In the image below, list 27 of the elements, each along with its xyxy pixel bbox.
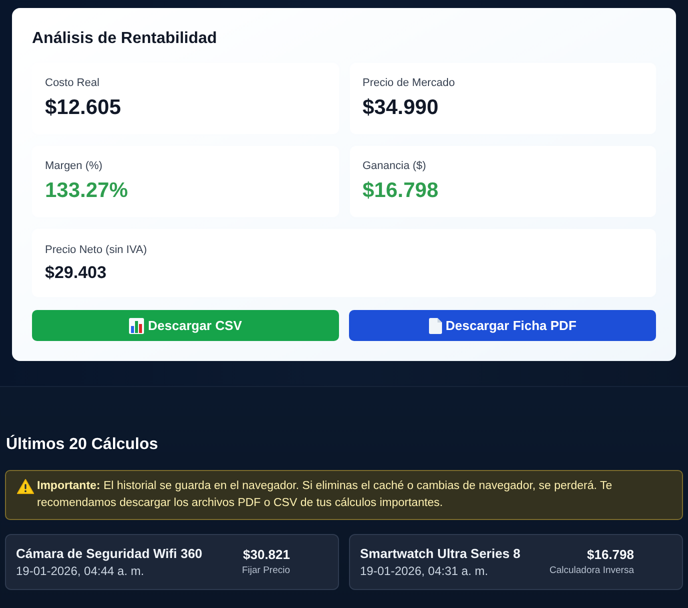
document-icon — [428, 318, 442, 334]
history-card[interactable]: Smartwatch Ultra Series 8 19-01-2026, 04:31 a. m. $16.798 Calculadora Inversa — [349, 534, 683, 590]
history-card[interactable]: Cámara de Seguridad Wifi 360 19-01-2026, 04:44 a. m. $30.821 Fijar Precio — [5, 534, 339, 590]
metric-label: Ganancia ($) — [362, 159, 428, 174]
item-date: 19-01-2026, 04:44 a. m. — [16, 562, 146, 580]
download-button[interactable]: Descargar Ficha PDF — [349, 310, 656, 341]
item-date: 19-01-2026, 04:31 a. m. — [360, 562, 490, 580]
metric-value: 133.27% — [45, 178, 129, 204]
item-amount: $16.798 — [587, 546, 634, 564]
item-amount: $30.821 — [243, 546, 290, 564]
bar-chart-icon — [129, 318, 144, 334]
item-type: Fijar Precio — [242, 564, 290, 578]
notice-text: Importante: El historial se guarda en el navegador. Si eliminas el caché o cambias de navegador, se perderá. Te recomendamos descargar los archivos PDF o CSV de tus cálculos importantes. — [37, 479, 614, 511]
section-title: Últimos 20 Cálculos — [5, 434, 160, 455]
item-type: Calculadora Inversa — [550, 564, 634, 578]
metric-value: $29.403 — [45, 262, 108, 284]
metric-value: $12.605 — [45, 95, 122, 121]
metric-label: Precio Neto (sin IVA) — [45, 243, 148, 258]
item-name: Cámara de Seguridad Wifi 360 — [16, 544, 202, 562]
metric-label: Costo Real — [45, 76, 100, 91]
warning-icon — [17, 479, 34, 494]
metric-value: $16.798 — [362, 178, 440, 204]
metric-label: Margen (%) — [45, 159, 104, 174]
metric-value: $34.990 — [362, 95, 440, 121]
item-name: Smartwatch Ultra Series 8 — [360, 544, 520, 562]
metric-label: Precio de Mercado — [362, 76, 456, 91]
card-title: Análisis de Rentabilidad — [32, 29, 218, 49]
